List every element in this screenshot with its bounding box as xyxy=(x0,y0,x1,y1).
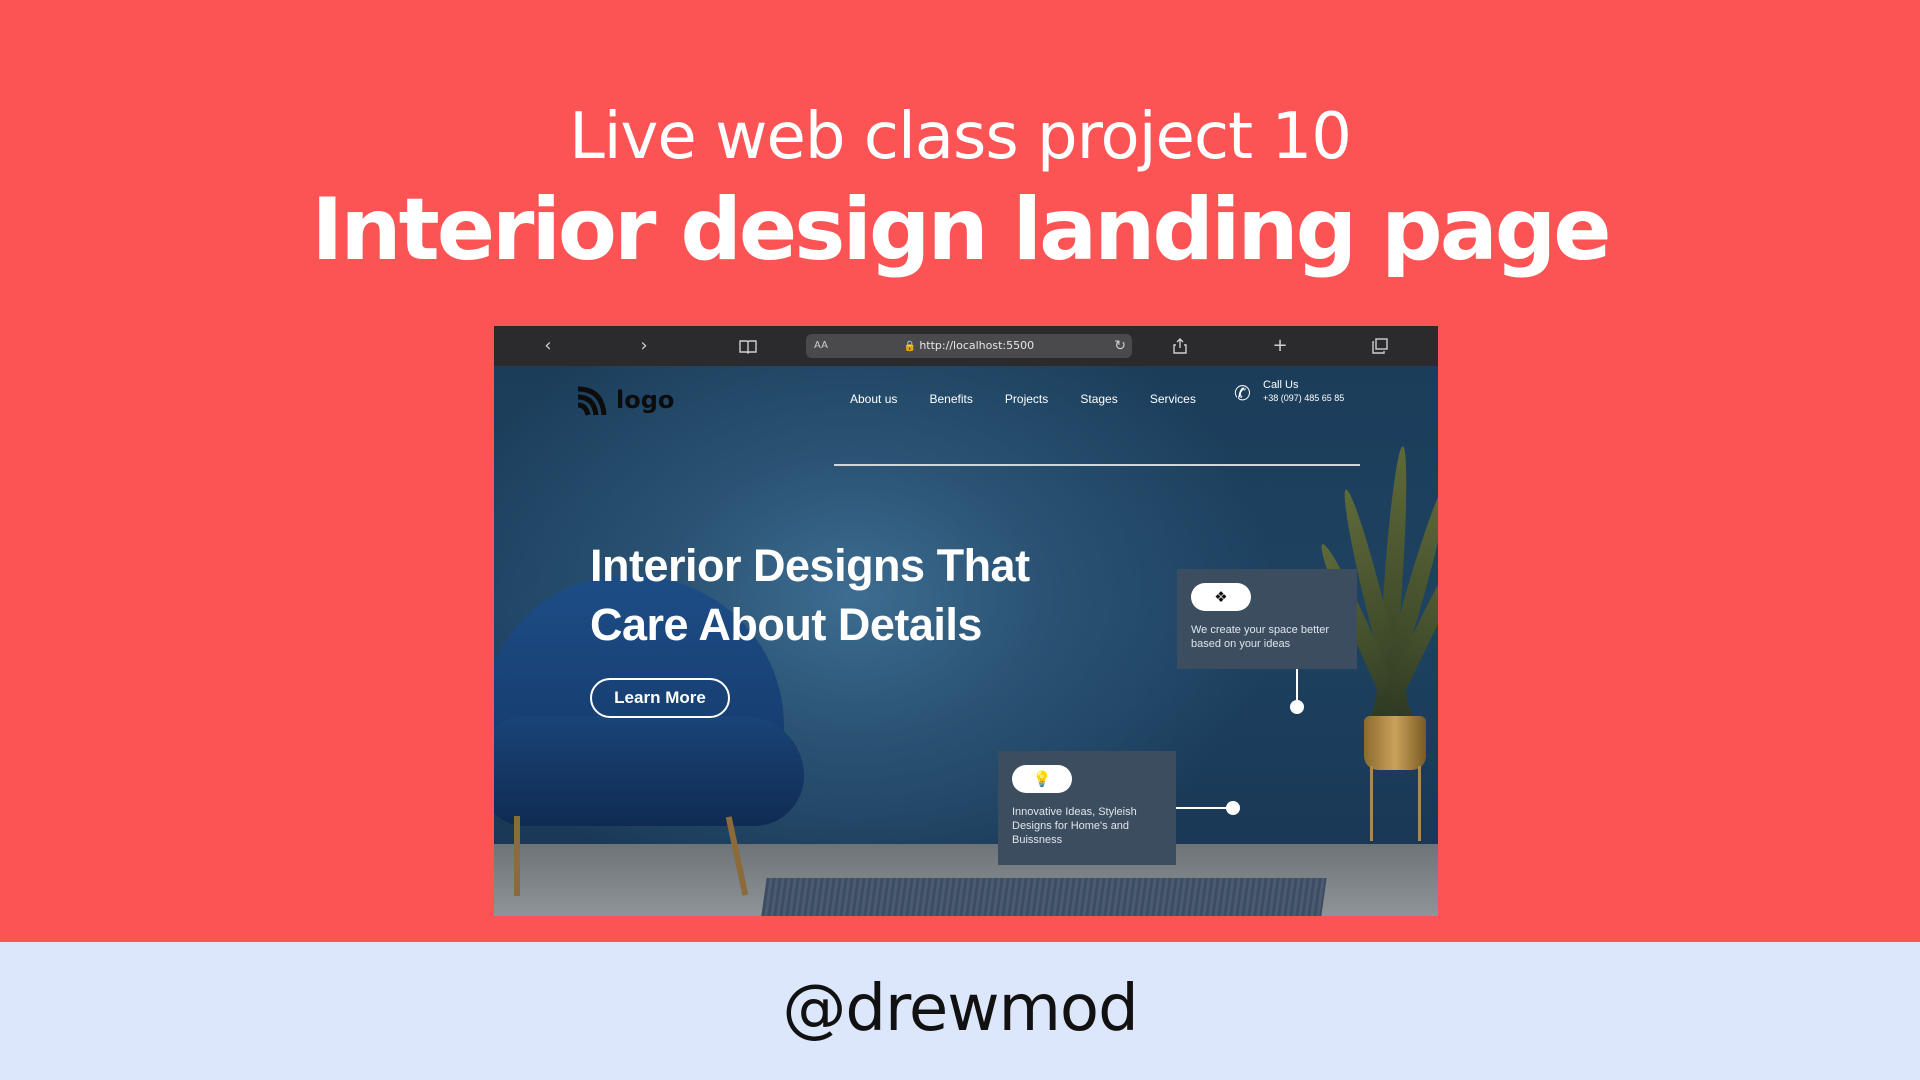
footer: @drewmod xyxy=(0,942,1920,1080)
nav-services[interactable]: Services xyxy=(1150,391,1196,407)
nav-about-us[interactable]: About us xyxy=(850,391,897,407)
nav-projects[interactable]: Projects xyxy=(1005,391,1048,407)
logo-mark-icon xyxy=(577,386,607,416)
subtitle: Live web class project 10 xyxy=(569,100,1352,174)
reload-icon[interactable]: ↻ xyxy=(1114,334,1126,358)
share-icon[interactable] xyxy=(1166,334,1194,358)
logo-text: logo xyxy=(616,386,675,414)
feature-card-2: 💡 Innovative Ideas, Styleish Designs for… xyxy=(998,751,1176,865)
call-label: Call Us xyxy=(1263,379,1299,391)
page-title: Interior design landing page xyxy=(311,180,1611,280)
feature-card-1: ❖ We create your space better based on y… xyxy=(1177,569,1357,669)
bookmarks-icon[interactable] xyxy=(734,334,762,358)
plant-image xyxy=(1314,445,1438,846)
card-1-dot xyxy=(1290,700,1304,714)
puzzle-icon: ❖ xyxy=(1191,583,1251,611)
new-tab-icon[interactable]: + xyxy=(1266,334,1294,358)
tabs-icon[interactable] xyxy=(1366,334,1394,358)
nav-divider xyxy=(834,464,1360,466)
address-bar[interactable]: AA 🔒 http://localhost:5500 ↻ xyxy=(806,334,1132,358)
learn-more-button[interactable]: Learn More xyxy=(590,678,730,718)
page-viewport: logo About us Benefits Projects Stages S… xyxy=(494,366,1438,916)
rug-image xyxy=(761,878,1327,916)
browser-window: ‹ › AA 🔒 http://localhost:5500 ↻ + logo … xyxy=(494,326,1438,916)
forward-icon[interactable]: › xyxy=(630,334,658,358)
feature-card-1-text: We create your space better based on you… xyxy=(1191,624,1329,650)
lock-icon: 🔒 xyxy=(903,341,917,352)
hero-title-line-2: Care About Details xyxy=(590,599,982,650)
back-icon[interactable]: ‹ xyxy=(534,334,562,358)
phone-icon: ✆ xyxy=(1234,381,1251,405)
card-2-connector xyxy=(1176,807,1230,809)
call-us[interactable]: ✆ Call Us +38 (097) 485 65 85 xyxy=(1234,378,1364,408)
author-handle: @drewmod xyxy=(782,972,1138,1046)
nav-benefits[interactable]: Benefits xyxy=(929,391,972,407)
url-text: http://localhost:5500 xyxy=(919,339,1035,352)
site-logo[interactable]: logo xyxy=(574,382,674,418)
hero-title: Interior Designs That Care About Details xyxy=(590,536,1110,654)
site-nav: About us Benefits Projects Stages Servic… xyxy=(850,388,1223,407)
call-phone[interactable]: +38 (097) 485 65 85 xyxy=(1263,392,1344,404)
hero-title-line-1: Interior Designs That xyxy=(590,540,1030,591)
lightbulb-icon: 💡 xyxy=(1012,765,1072,793)
feature-card-2-text: Innovative Ideas, Styleish Designs for H… xyxy=(1012,806,1137,846)
nav-stages[interactable]: Stages xyxy=(1080,391,1117,407)
browser-toolbar: ‹ › AA 🔒 http://localhost:5500 ↻ + xyxy=(494,326,1438,366)
card-2-dot xyxy=(1226,801,1240,815)
